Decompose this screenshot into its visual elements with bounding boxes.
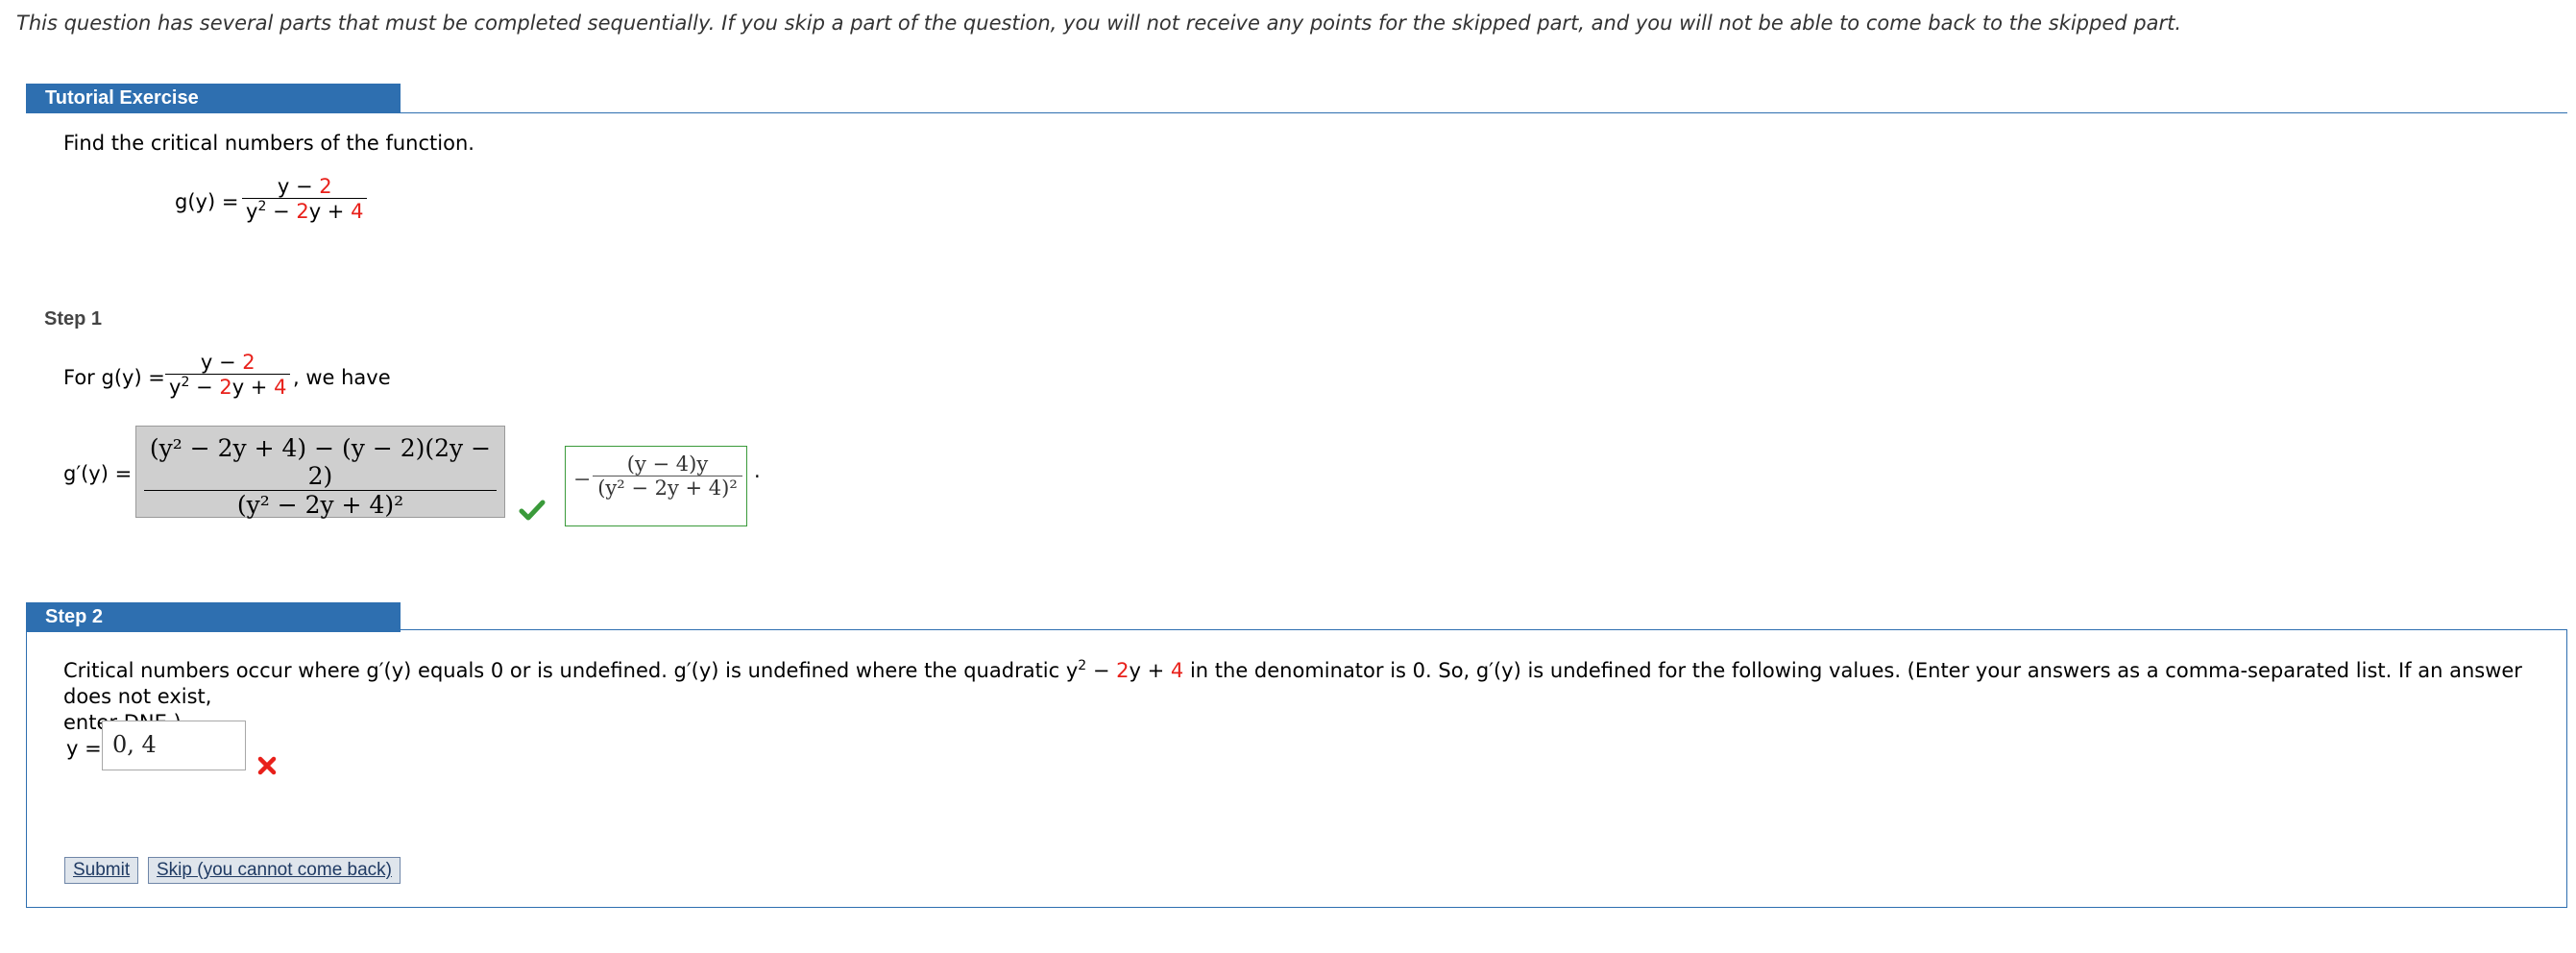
derivative-work-fraction: (y² − 2y + 4) − (y − 2)(2y − 2) (y² − 2y… bbox=[144, 434, 497, 519]
step1-we-have: , we have bbox=[293, 366, 391, 389]
derivative-answer-numerator: (y − 4)y bbox=[626, 452, 709, 476]
step1-function-fraction: y − 2 y2 − 2y + 4 bbox=[165, 351, 291, 399]
incorrect-x-icon bbox=[256, 755, 278, 781]
function-lhs: g(y) = bbox=[175, 190, 239, 213]
tutorial-exercise-header: Tutorial Exercise bbox=[26, 84, 401, 113]
answer-label: y = bbox=[66, 737, 102, 760]
derivative-answer-fraction: (y − 4)y (y² − 2y + 4)² bbox=[593, 452, 742, 500]
derivative-answer-sign: − bbox=[573, 468, 592, 492]
derivative-answer-box: − (y − 4)y (y² − 2y + 4)² bbox=[565, 446, 747, 526]
derivative-work-box: (y² − 2y + 4) − (y − 2)(2y − 2) (y² − 2y… bbox=[135, 426, 505, 519]
submit-button[interactable]: Submit bbox=[64, 857, 139, 884]
derivative-period: . bbox=[754, 459, 761, 482]
skip-button[interactable]: Skip (you cannot come back) bbox=[148, 857, 401, 884]
derivative-work-numerator: (y² − 2y + 4) − (y − 2)(2y − 2) bbox=[149, 434, 492, 490]
function-numerator: y − 2 bbox=[277, 175, 332, 198]
intro-notice: This question has several parts that mus… bbox=[16, 12, 2182, 35]
tutorial-prompt: Find the critical numbers of the functio… bbox=[63, 132, 474, 155]
step2-header: Step 2 bbox=[26, 602, 401, 632]
correct-check-icon bbox=[519, 500, 546, 525]
step1-label: Step 1 bbox=[44, 308, 103, 330]
critical-numbers-input[interactable]: 0, 4 bbox=[102, 721, 246, 770]
derivative-answer-denominator: (y² − 2y + 4)² bbox=[597, 476, 738, 500]
function-fraction: y − 2 y2 − 2y + 4 bbox=[242, 175, 368, 223]
tutorial-header-rule bbox=[26, 112, 2567, 113]
function-denominator: y2 − 2y + 4 bbox=[246, 199, 364, 223]
derivative-work-denominator: (y² − 2y + 4)² bbox=[236, 491, 404, 519]
step2-instructions: Critical numbers occur where g′(y) equal… bbox=[63, 658, 2522, 734]
derivative-lhs: g′(y) = bbox=[63, 462, 133, 485]
step1-for-text: For g(y) = bbox=[63, 366, 165, 389]
